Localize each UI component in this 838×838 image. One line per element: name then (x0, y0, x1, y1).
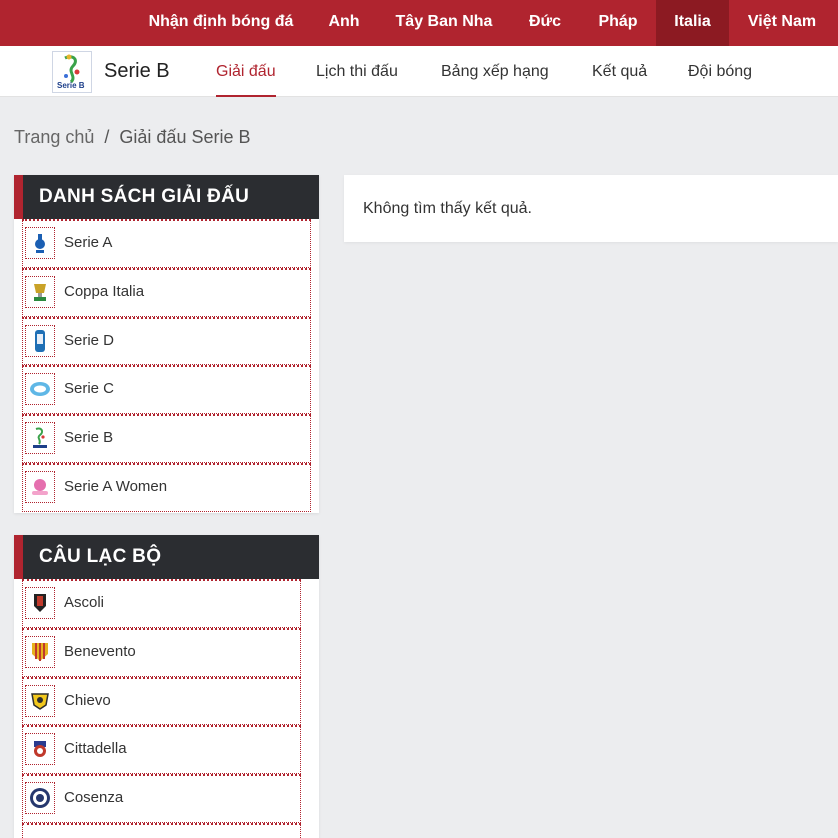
tab-bang-xep-hang[interactable]: Bảng xếp hạng (441, 46, 549, 97)
serie-d-logo-icon (25, 324, 55, 357)
serie-a-logo-icon (25, 227, 55, 259)
league-item-serie-b[interactable]: Serie B (22, 414, 311, 463)
tab-giai-dau[interactable]: Giải đấu (216, 46, 276, 97)
club-item-label: Benevento (64, 642, 136, 660)
club-item-cosenza[interactable]: Cosenza (22, 774, 301, 823)
club-item-cittadella[interactable]: Cittadella (22, 725, 301, 775)
league-list-title: DANH SÁCH GIẢI ĐẤU (14, 175, 319, 219)
ascoli-crest-icon (25, 587, 55, 619)
breadcrumb: Trang chủ / Giải đấu Serie B (14, 127, 250, 148)
league-item-coppa-italia[interactable]: Coppa Italia (22, 267, 311, 317)
club-item-label: Chievo (64, 691, 111, 709)
league-item-label: Serie C (64, 380, 115, 398)
chievo-crest-icon (25, 684, 55, 717)
league-item-label: Serie B (64, 429, 114, 447)
league-item-label: Serie A (64, 234, 113, 251)
tab-lich-thi-dau[interactable]: Lịch thi đấu (316, 46, 398, 97)
club-item-next[interactable] (22, 822, 301, 838)
tab-ket-qua[interactable]: Kết quả (592, 46, 647, 97)
league-item-serie-a[interactable]: Serie A (22, 219, 311, 268)
league-item-serie-c[interactable]: Serie C (22, 365, 311, 415)
club-item-label: Cittadella (64, 740, 127, 758)
nav-item-tay-ban-nha[interactable]: Tây Ban Nha (382, 0, 506, 46)
tab-doi-bong[interactable]: Đội bóng (688, 46, 752, 97)
benevento-crest-icon (25, 635, 55, 668)
nav-item-nhan-dinh[interactable]: Nhận định bóng đá (135, 0, 307, 46)
league-item-label: Serie D (64, 331, 115, 349)
coppa-italia-logo-icon (25, 275, 55, 308)
league-item-serie-d[interactable]: Serie D (22, 316, 311, 366)
nav-item-phap[interactable]: Pháp (584, 0, 652, 46)
nav-item-italia[interactable]: Italia (656, 0, 729, 46)
club-item-chievo[interactable]: Chievo (22, 676, 301, 726)
serie-c-logo-icon (25, 373, 55, 406)
league-navigation: Serie B Serie B Giải đấu Lịch thi đấu Bả… (0, 46, 838, 97)
breadcrumb-separator: / (104, 127, 110, 147)
club-item-label: Cosenza (64, 789, 124, 807)
league-list-panel: DANH SÁCH GIẢI ĐẤU Serie A Coppa Italia … (14, 175, 319, 513)
club-list-panel: CÂU LẠC BỘ Ascoli Benevento Chievo Citta… (14, 535, 319, 838)
club-item-ascoli[interactable]: Ascoli (22, 579, 301, 628)
league-title: Serie B (104, 60, 170, 82)
league-item-label: Coppa Italia (64, 282, 145, 300)
nav-item-viet-nam[interactable]: Việt Nam (734, 0, 830, 46)
breadcrumb-home-link[interactable]: Trang chủ (14, 127, 94, 147)
no-results-message: Không tìm thấy kết quả. (363, 200, 532, 217)
club-item-benevento[interactable]: Benevento (22, 627, 301, 677)
serie-b-logo-icon[interactable]: Serie B (52, 51, 92, 93)
cosenza-crest-icon (25, 782, 55, 815)
serie-b-logo-icon (25, 422, 55, 455)
results-panel: Không tìm thấy kết quả. (344, 175, 838, 242)
serie-a-women-logo-icon (25, 470, 55, 503)
club-list-title: CÂU LẠC BỘ (14, 535, 319, 579)
logo-text: Serie B (57, 81, 85, 90)
breadcrumb-current: Giải đấu Serie B (119, 127, 251, 147)
top-navigation: Nhận định bóng đá Anh Tây Ban Nha Đức Ph… (0, 0, 838, 46)
club-item-label: Ascoli (64, 594, 105, 611)
nav-item-duc[interactable]: Đức (512, 0, 578, 46)
nav-item-anh[interactable]: Anh (314, 0, 374, 46)
league-item-serie-a-women[interactable]: Serie A Women (22, 462, 311, 512)
cittadella-crest-icon (25, 733, 55, 766)
league-item-label: Serie A Women (64, 477, 168, 495)
